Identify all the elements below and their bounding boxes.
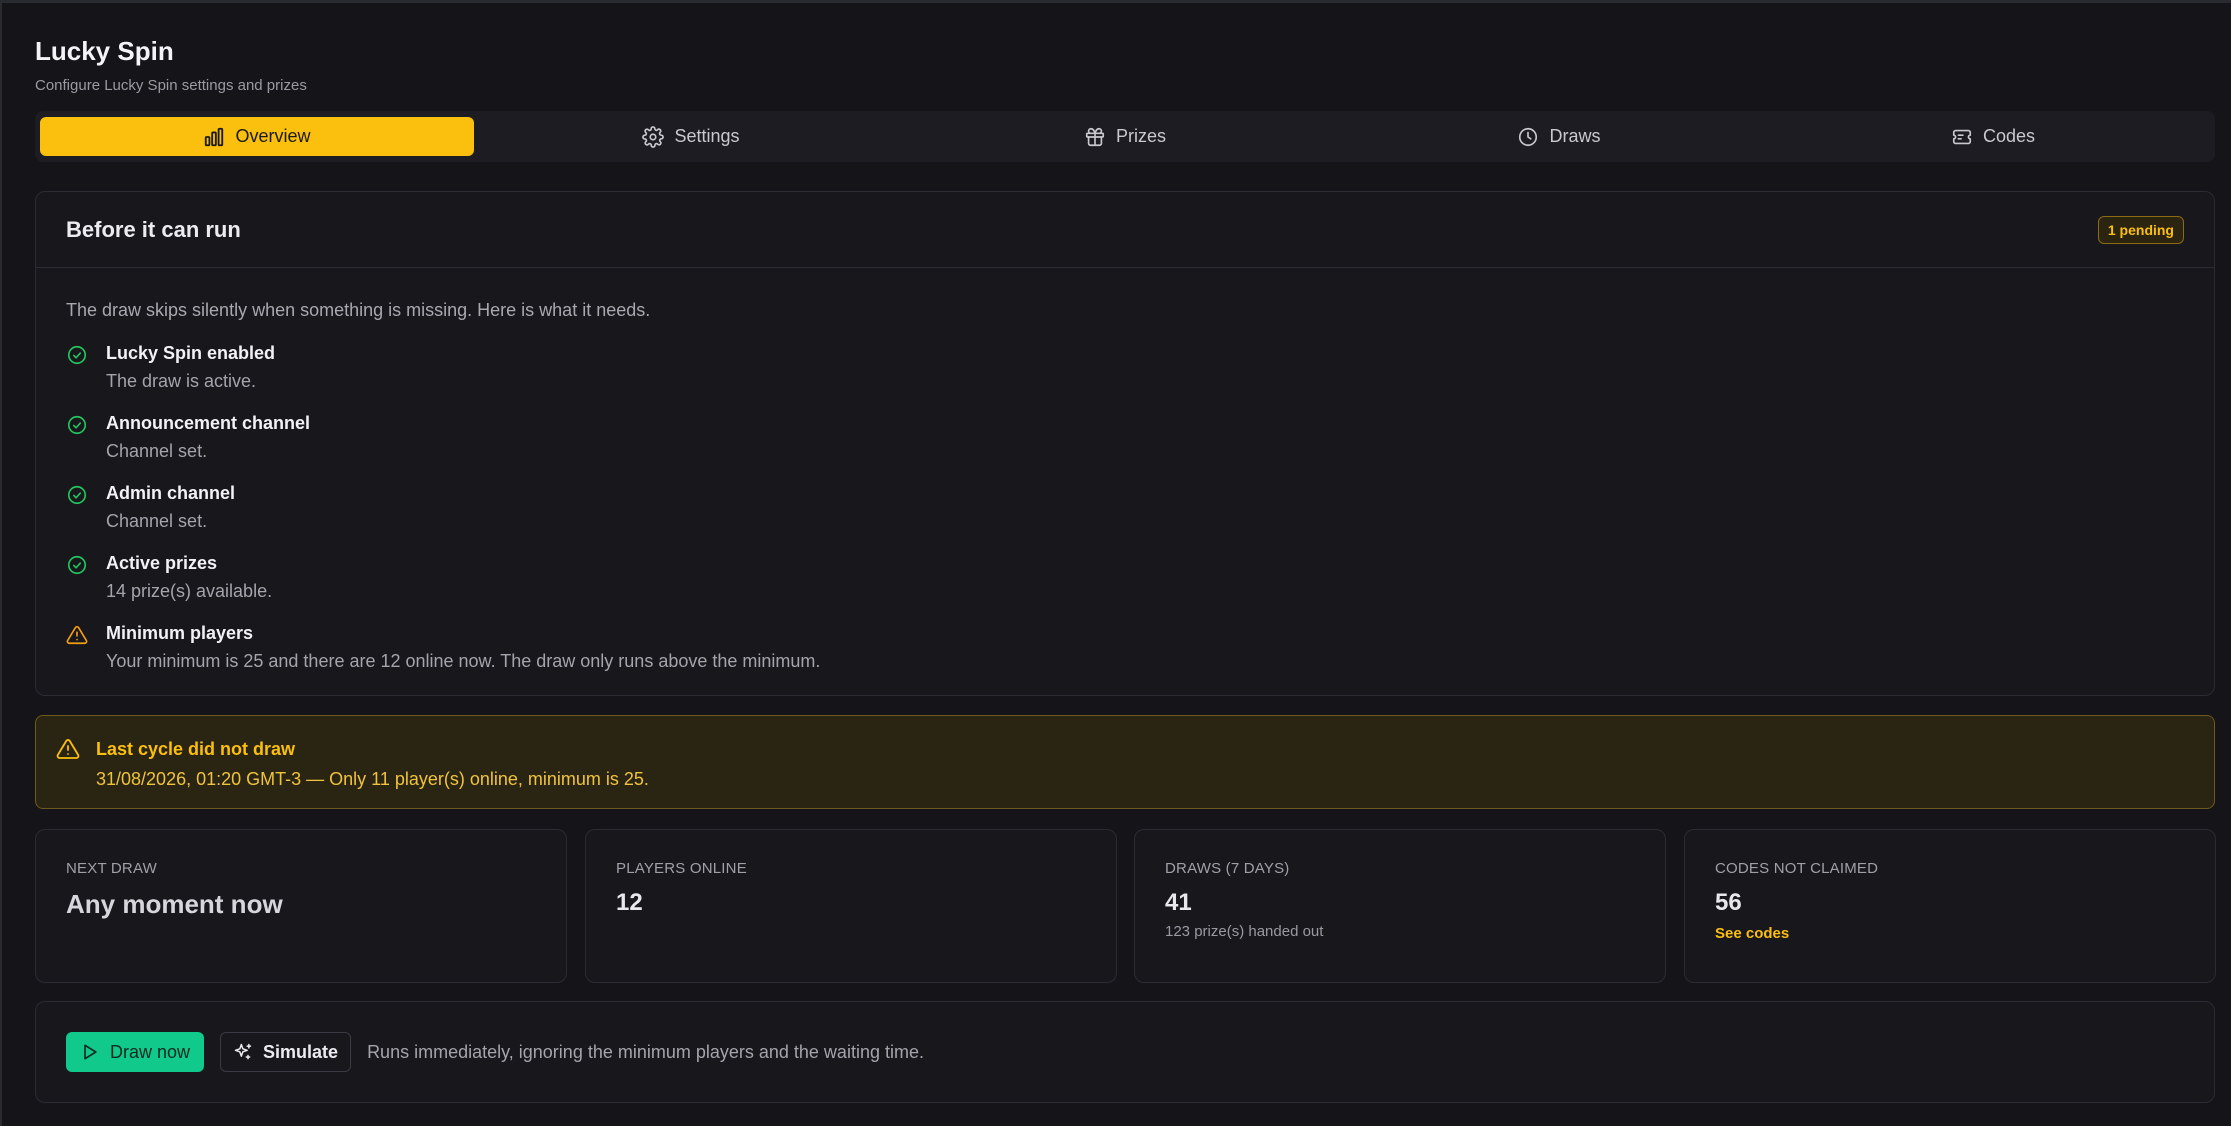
- requirement-item: Announcement channel Channel set.: [66, 411, 2184, 463]
- stat-label: CODES NOT CLAIMED: [1715, 860, 1879, 877]
- tab-prizes[interactable]: Prizes: [908, 117, 1342, 156]
- page: Lucky Spin Configure Lucky Spin settings…: [0, 0, 2231, 1126]
- actions-note: Runs immediately, ignoring the minimum p…: [367, 1041, 924, 1062]
- requirement-desc: Your minimum is 25 and there are 12 onli…: [106, 651, 821, 671]
- simulate-label: Simulate: [263, 1041, 339, 1062]
- requirement-item: Lucky Spin enabled The draw is active.: [66, 341, 2184, 393]
- stat-label: PLAYERS ONLINE: [616, 860, 747, 877]
- tab-codes-label: Codes: [1982, 126, 2036, 146]
- warning-triangle-icon: [56, 739, 80, 759]
- check-circle-icon: [67, 415, 87, 435]
- check-circle-icon: [67, 485, 87, 505]
- clock-icon: [1519, 127, 1538, 146]
- requirement-title: Lucky Spin enabled: [106, 343, 276, 363]
- gift-icon: [1085, 127, 1105, 146]
- warning-triangle-icon: [66, 625, 88, 645]
- stat-value: 56: [1715, 889, 1742, 916]
- alert-text: 31/08/2026, 01:20 GMT-3 — Only 11 player…: [96, 769, 649, 789]
- gear-icon: [642, 125, 665, 148]
- stat-sub: 123 prize(s) handed out: [1165, 923, 1324, 940]
- tab-settings-label: Settings: [674, 126, 740, 146]
- requirements-card-header: Before it can run 1 pending: [36, 192, 2214, 268]
- requirement-title: Active prizes: [106, 553, 218, 573]
- page-title: Lucky Spin: [35, 36, 174, 66]
- requirement-item: Minimum players Your minimum is 25 and t…: [66, 621, 2184, 673]
- draw-now-label: Draw now: [110, 1041, 191, 1062]
- ticket-icon: [1952, 129, 1972, 144]
- stat-value: Any moment now: [66, 889, 283, 919]
- requirement-item: Active prizes 14 prize(s) available.: [66, 551, 2184, 603]
- page-subtitle: Configure Lucky Spin settings and prizes: [35, 77, 307, 94]
- requirement-desc: Channel set.: [106, 441, 208, 461]
- play-icon: [84, 1044, 97, 1060]
- page-header: Lucky Spin Configure Lucky Spin settings…: [35, 33, 307, 94]
- tab-draws-label: Draws: [1549, 126, 1601, 146]
- check-circle-icon: [67, 345, 87, 365]
- stat-next-draw: NEXT DRAW Any moment now: [35, 829, 567, 983]
- see-codes-link[interactable]: See codes: [1715, 925, 2185, 942]
- simulate-button[interactable]: Simulate: [220, 1032, 352, 1072]
- sparkles-icon: [234, 1043, 252, 1060]
- check-circle-icon: [67, 555, 87, 575]
- actions-card: Draw now Simulate Runs immediately, igno…: [35, 1001, 2215, 1103]
- requirements-lead: The draw skips silently when something i…: [66, 300, 651, 320]
- requirement-desc: Channel set.: [106, 511, 208, 531]
- stat-players-online: PLAYERS ONLINE 12: [585, 829, 1117, 983]
- requirement-desc: The draw is active.: [106, 371, 257, 391]
- last-cycle-alert: Last cycle did not draw 31/08/2026, 01:2…: [35, 715, 2215, 809]
- tab-codes[interactable]: Codes: [1776, 117, 2210, 156]
- requirements-card: Before it can run 1 pending The draw ski…: [35, 191, 2215, 696]
- tab-settings[interactable]: Settings: [474, 117, 908, 156]
- alert-title: Last cycle did not draw: [96, 739, 296, 759]
- tab-overview[interactable]: Overview: [40, 117, 474, 156]
- tab-bar: Overview Settings Prizes Draws Codes: [35, 111, 2215, 162]
- requirement-title: Admin channel: [106, 483, 236, 503]
- tab-draws[interactable]: Draws: [1342, 117, 1776, 156]
- draw-now-button[interactable]: Draw now: [66, 1032, 205, 1072]
- stat-draws-7-days: DRAWS (7 DAYS) 41 123 prize(s) handed ou…: [1134, 829, 1666, 983]
- stat-value: 12: [616, 889, 643, 916]
- stat-label: DRAWS (7 DAYS): [1165, 860, 1290, 877]
- tab-prizes-label: Prizes: [1115, 126, 1166, 146]
- stat-value: 41: [1165, 889, 1192, 916]
- pending-badge: 1 pending: [2097, 215, 2184, 244]
- stat-codes-not-claimed: CODES NOT CLAIMED 56 See codes: [1684, 829, 2216, 983]
- requirement-item: Admin channel Channel set.: [66, 481, 2184, 533]
- stat-label: NEXT DRAW: [66, 860, 157, 877]
- requirements-title: Before it can run: [66, 216, 241, 242]
- requirement-title: Announcement channel: [106, 413, 311, 433]
- requirement-title: Minimum players: [106, 623, 254, 643]
- requirements-body: The draw skips silently when something i…: [36, 268, 2214, 673]
- requirement-desc: 14 prize(s) available.: [106, 581, 273, 601]
- bar-chart-icon: [205, 127, 224, 146]
- tab-overview-label: Overview: [235, 126, 311, 146]
